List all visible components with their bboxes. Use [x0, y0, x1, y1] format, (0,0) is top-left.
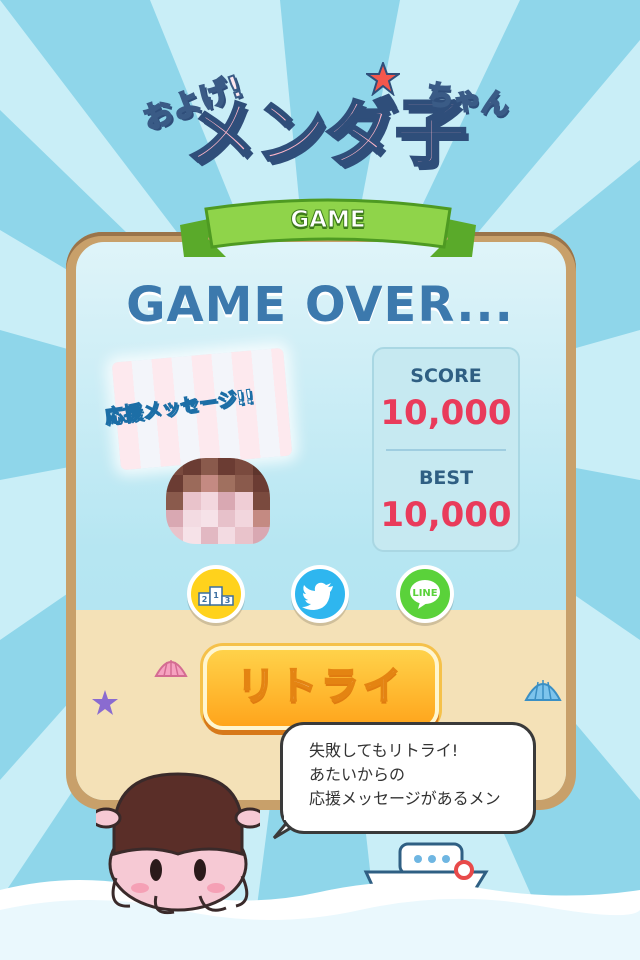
- score-label: SCORE: [410, 365, 482, 387]
- line-label: LINE: [412, 588, 437, 599]
- shell-blue-icon: [524, 680, 562, 701]
- speech-bubble: 失敗してもリトライ! あたいからの 応援メッセージがあるメン: [280, 722, 536, 834]
- best-label: BEST: [418, 467, 474, 489]
- svg-text:1: 1: [213, 591, 219, 600]
- line-share-button[interactable]: LINE: [396, 565, 454, 623]
- starfish-sand-icon: [92, 690, 118, 715]
- bubble-tail-cover: [284, 812, 306, 820]
- ranking-button[interactable]: 2 1 3: [187, 565, 245, 623]
- svg-text:2: 2: [202, 595, 208, 604]
- game-over-title: GAME OVER...: [126, 277, 514, 333]
- speech-line-3: 応援メッセージがあるメン: [309, 789, 501, 808]
- svg-text:3: 3: [225, 596, 231, 605]
- shell-icon: [154, 660, 188, 677]
- retry-button[interactable]: リトライ: [203, 646, 439, 730]
- starfish-icon: [366, 62, 400, 96]
- score-divider: [386, 449, 506, 451]
- score-value: 10,000: [380, 393, 512, 433]
- speech-line-2: あたいからの: [309, 765, 406, 784]
- mode-label: GAME: [290, 207, 366, 234]
- hidden-character-mosaic: [166, 458, 270, 544]
- mendako-mascot: [96, 772, 260, 915]
- twitter-bird-icon: [302, 582, 333, 610]
- line-icon: LINE: [410, 580, 440, 609]
- best-value: 10,000: [380, 495, 512, 535]
- speech-line-1: 失敗してもリトライ!: [309, 741, 459, 760]
- score-panel: SCORE 10,000 BEST 10,000: [372, 347, 520, 552]
- twitter-share-button[interactable]: [291, 565, 349, 623]
- game-logo: およげ! メンダ子 ちゃん: [137, 60, 513, 185]
- ranking-podium-icon: 2 1 3: [198, 586, 234, 606]
